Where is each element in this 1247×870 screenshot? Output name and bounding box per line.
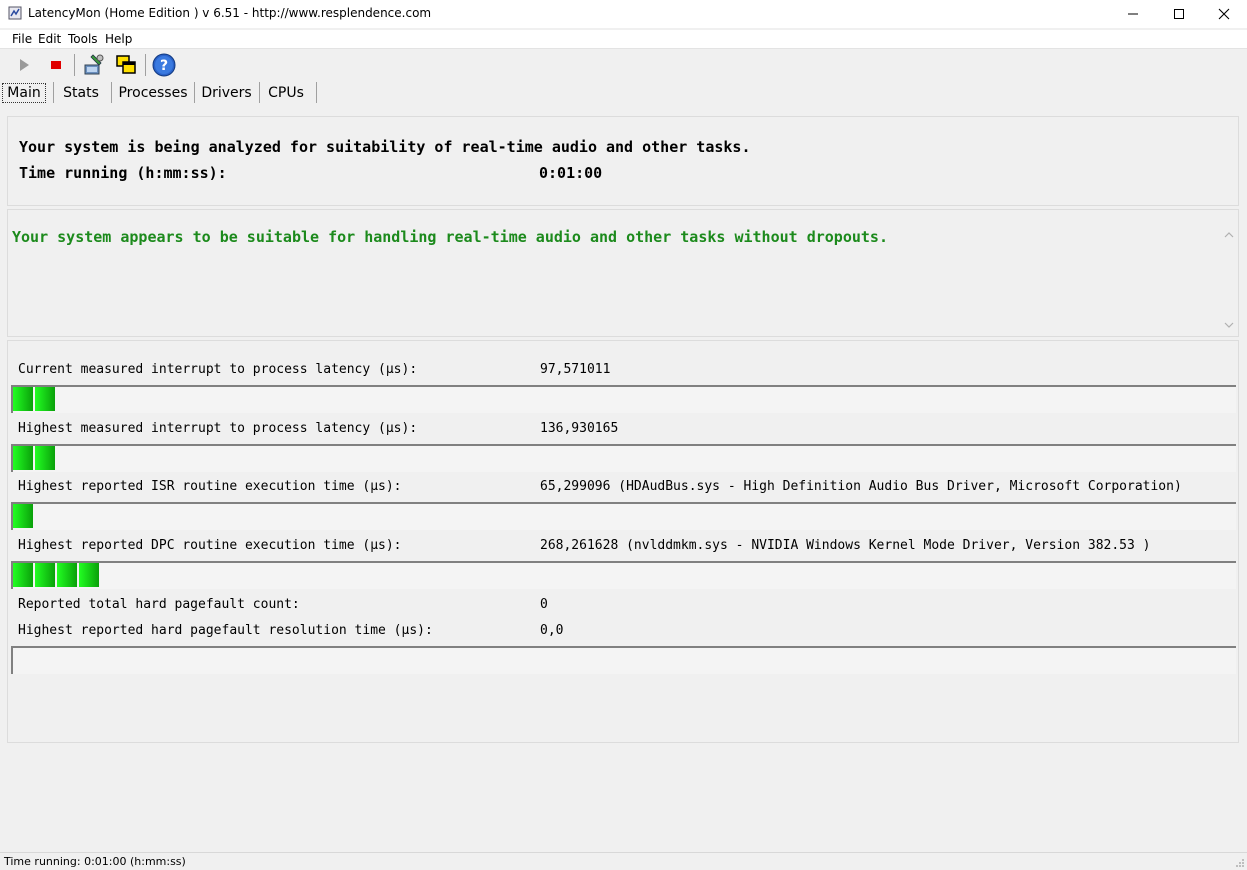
metric-value: 268,261628 (nvlddmkm.sys - NVIDIA Window… [540, 538, 1151, 553]
tab-strip: Main Stats Processes Drivers CPUs [0, 80, 1247, 106]
bar-segment [35, 563, 55, 587]
metric-label: Highest reported DPC routine execution t… [18, 538, 402, 553]
tab-separator [53, 82, 54, 103]
menu-bar: File Edit Tools Help [0, 30, 1247, 48]
help-icon: ? [152, 53, 176, 77]
bar-fill [13, 563, 101, 587]
scroll-down-icon[interactable] [1221, 317, 1237, 333]
start-button[interactable] [12, 53, 36, 77]
bar-segment [35, 387, 55, 411]
stop-button[interactable] [44, 53, 68, 77]
latency-bar [11, 502, 1236, 530]
window-title: LatencyMon (Home Edition ) v 6.51 - http… [28, 6, 432, 20]
bar-segment [35, 446, 55, 470]
maximize-button[interactable] [1156, 0, 1202, 28]
menu-help[interactable]: Help [105, 32, 132, 46]
bar-segment [13, 563, 33, 587]
play-icon [20, 59, 29, 71]
stop-icon [51, 61, 61, 69]
bar-segment [13, 504, 33, 528]
latency-bar [11, 385, 1236, 413]
pagefault-bar [11, 646, 1236, 674]
tab-separator [316, 82, 317, 103]
menu-tools[interactable]: Tools [68, 32, 98, 46]
analysis-status-text: Your system is being analyzed for suitab… [19, 138, 751, 156]
analysis-status-panel: Your system is being analyzed for suitab… [7, 116, 1239, 206]
pagefault-count-label: Reported total hard pagefault count: [18, 597, 300, 612]
pagefault-count-value: 0 [540, 597, 548, 612]
tab-main[interactable]: Main [2, 83, 46, 103]
status-text: Time running: 0:01:00 (h:mm:ss) [4, 855, 186, 868]
metric-value: 136,930165 [540, 421, 619, 436]
menu-file[interactable]: File [12, 32, 32, 46]
scroll-up-icon[interactable] [1221, 227, 1237, 243]
bar-segment [13, 446, 33, 470]
metric-label: Highest measured interrupt to process la… [18, 421, 418, 436]
time-running-value: 0:01:00 [539, 164, 603, 182]
metric-value: 65,299096 (HDAudBus.sys - High Definitio… [540, 479, 1182, 494]
close-icon [1218, 8, 1230, 20]
tab-separator [111, 82, 112, 103]
menu-divider [0, 48, 1247, 49]
tab-separator [194, 82, 195, 103]
metric-label: Current measured interrupt to process la… [18, 362, 418, 377]
tools-icon [84, 54, 104, 75]
pagefault-time-value: 0,0 [540, 623, 564, 638]
tools-button[interactable] [82, 53, 106, 77]
tab-drivers[interactable]: Drivers [199, 83, 254, 103]
metric-value: 97,571011 [540, 362, 611, 377]
verdict-panel: Your system appears to be suitable for h… [7, 209, 1239, 337]
metrics-panel: Current measured interrupt to process la… [7, 340, 1239, 743]
toolbar: ? [0, 50, 1247, 80]
title-bar: LatencyMon (Home Edition ) v 6.51 - http… [0, 0, 1247, 28]
verdict-text: Your system appears to be suitable for h… [12, 228, 888, 246]
maximize-icon [1174, 9, 1184, 19]
toolbar-separator [74, 54, 75, 76]
tab-stats[interactable]: Stats [59, 83, 103, 103]
verdict-scrollbar[interactable] [1221, 211, 1237, 335]
app-icon [8, 6, 22, 20]
minimize-icon [1128, 13, 1138, 15]
bar-fill [13, 446, 57, 470]
status-bar: Time running: 0:01:00 (h:mm:ss) [0, 852, 1247, 870]
tab-separator [259, 82, 260, 103]
minimize-button[interactable] [1110, 0, 1156, 28]
svg-text:?: ? [160, 58, 168, 74]
menu-edit[interactable]: Edit [38, 32, 61, 46]
time-running-label: Time running (h:mm:ss): [19, 164, 227, 182]
metric-label: Highest reported ISR routine execution t… [18, 479, 402, 494]
bar-segment [79, 563, 99, 587]
toolbar-separator [145, 54, 146, 76]
tab-cpus[interactable]: CPUs [264, 83, 308, 103]
resize-grip-icon[interactable] [1235, 858, 1245, 868]
bar-segment [13, 387, 33, 411]
tab-processes[interactable]: Processes [116, 83, 190, 103]
latency-bar [11, 561, 1236, 589]
help-button[interactable]: ? [152, 53, 176, 77]
latency-bar [11, 444, 1236, 472]
close-button[interactable] [1201, 0, 1247, 28]
pagefault-time-label: Highest reported hard pagefault resoluti… [18, 623, 433, 638]
bar-segment [57, 563, 77, 587]
bar-fill [13, 504, 35, 528]
windows-icon [116, 55, 136, 74]
bar-fill [13, 387, 57, 411]
windows-button[interactable] [114, 53, 138, 77]
